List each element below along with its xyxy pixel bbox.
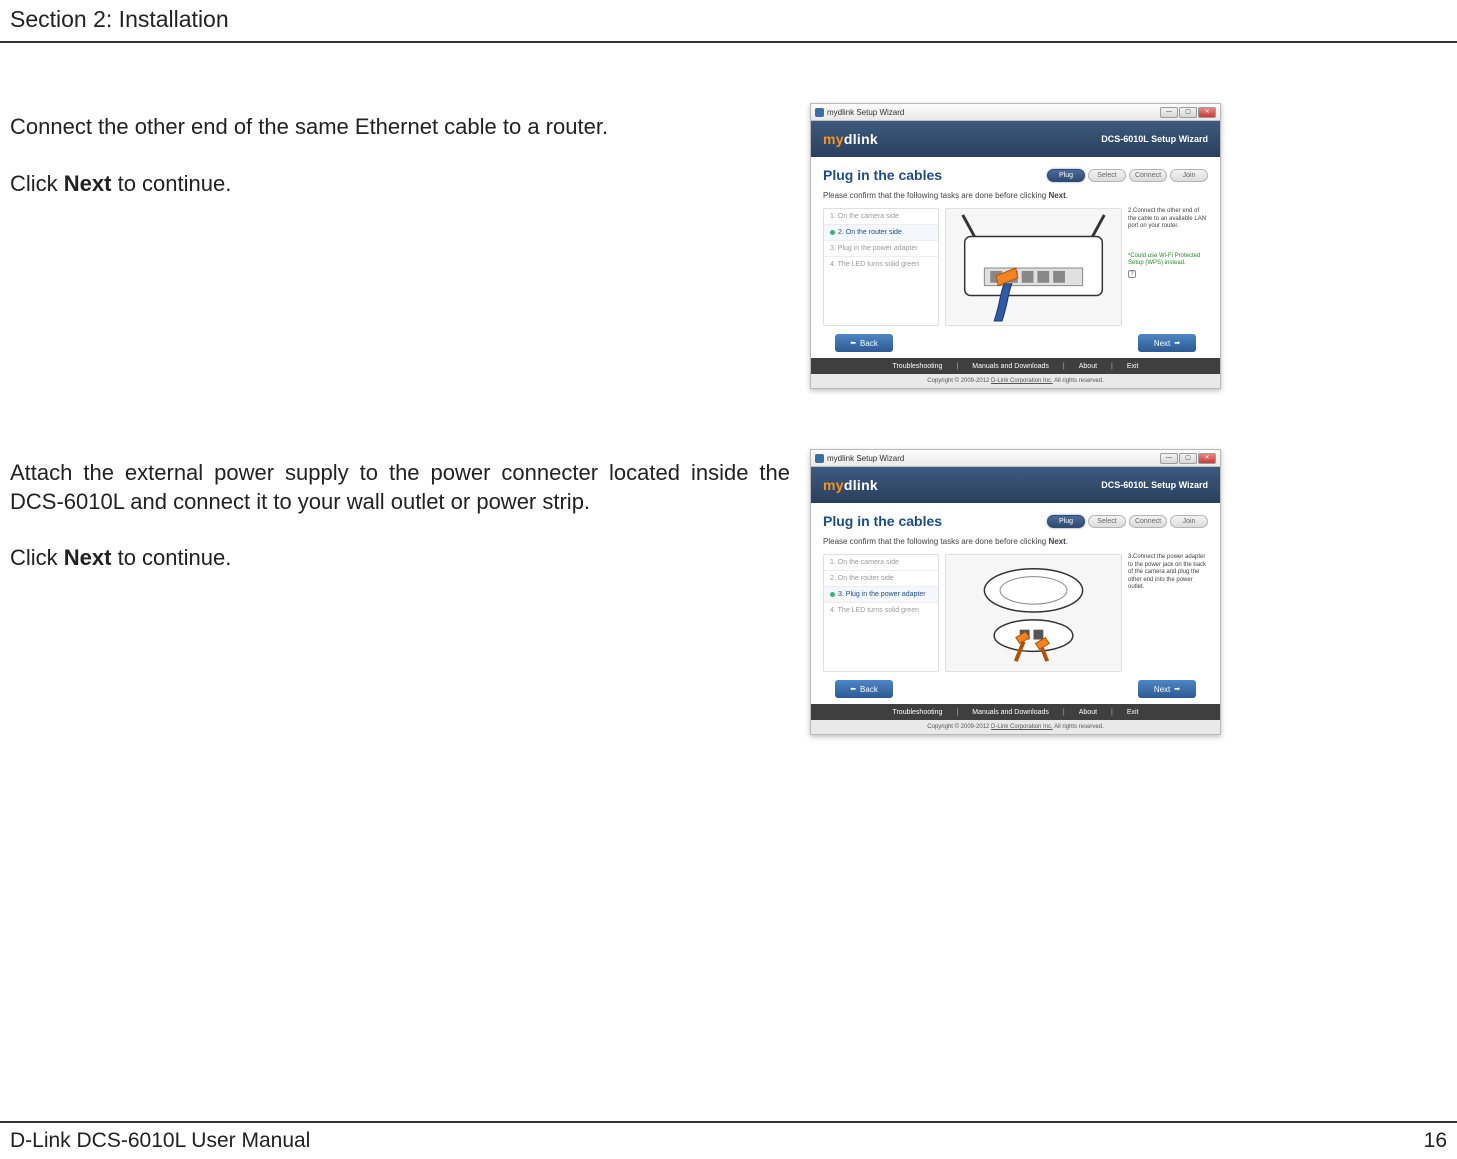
app-icon [815, 454, 824, 463]
hint-text: 3.Connect the power adapter to the power… [1128, 554, 1208, 672]
window-title: mydlink Setup Wizard [827, 108, 904, 117]
footer-link-troubleshooting[interactable]: Troubleshooting [878, 709, 956, 716]
wizard-copyright: Copyright © 2009-2012 D-Link Corporation… [811, 374, 1220, 388]
page-footer: D-Link DCS-6010L User Manual 16 [0, 1121, 1457, 1153]
app-icon [815, 108, 824, 117]
window-close-button[interactable]: ✕ [1198, 107, 1216, 118]
wizard-copyright: Copyright © 2009-2012 D-Link Corporation… [811, 720, 1220, 734]
task-item: 4. The LED turns solid green [824, 257, 938, 272]
section-title: Section 2: Installation [10, 6, 229, 32]
step-pill-connect[interactable]: Connect [1129, 515, 1167, 528]
wizard-screenshot-power: mydlink Setup Wizard — ▢ ✕ mydlink DCS-6… [810, 449, 1221, 735]
next-button[interactable]: Next➡ [1138, 334, 1196, 352]
footer-link-manuals[interactable]: Manuals and Downloads [958, 709, 1063, 716]
footer-link-about[interactable]: About [1065, 709, 1111, 716]
window-titlebar: mydlink Setup Wizard — ▢ ✕ [811, 104, 1220, 121]
step-pill-plug[interactable]: Plug [1047, 169, 1085, 182]
page-number: 16 [1424, 1129, 1447, 1153]
task-item: 3. Plug in the power adapter [824, 241, 938, 257]
content-row-1: Connect the other end of the same Ethern… [0, 103, 1457, 389]
wizard-screenshot-router: mydlink Setup Wizard — ▢ ✕ mydlink DCS-6… [810, 103, 1221, 389]
arrow-left-icon: ⬅ [850, 685, 856, 693]
camera-svg [946, 555, 1121, 671]
step-pill-join[interactable]: Join [1170, 169, 1208, 182]
text-block-2: Attach the external power supply to the … [10, 449, 790, 601]
step-pills: Plug Select Connect Join [1047, 169, 1208, 182]
hint-text: 2.Connect the other end of the cable to … [1128, 208, 1208, 326]
window-maximize-button[interactable]: ▢ [1179, 453, 1197, 464]
window-minimize-button[interactable]: — [1160, 453, 1178, 464]
wizard-product-name: DCS-6010L Setup Wizard [1101, 134, 1208, 144]
arrow-left-icon: ⬅ [850, 339, 856, 347]
step-pills: Plug Select Connect Join [1047, 515, 1208, 528]
task-item-active: 2. On the router side [824, 225, 938, 241]
footer-link-exit[interactable]: Exit [1113, 363, 1153, 370]
wizard-footer-links: Troubleshooting| Manuals and Downloads| … [811, 358, 1220, 374]
window-close-button[interactable]: ✕ [1198, 453, 1216, 464]
next-button[interactable]: Next➡ [1138, 680, 1196, 698]
camera-power-illustration [945, 554, 1122, 672]
footer-link-about[interactable]: About [1065, 363, 1111, 370]
task-list: 1. On the camera side 2. On the router s… [823, 208, 939, 326]
arrow-right-icon: ➡ [1174, 685, 1180, 693]
wizard-product-name: DCS-6010L Setup Wizard [1101, 480, 1208, 490]
arrow-right-icon: ➡ [1174, 339, 1180, 347]
step-pill-join[interactable]: Join [1170, 515, 1208, 528]
wizard-subtext: Please confirm that the following tasks … [823, 191, 1208, 200]
task-item: 2. On the router side [824, 571, 938, 587]
router-svg [946, 209, 1121, 325]
window-minimize-button[interactable]: — [1160, 107, 1178, 118]
window-title: mydlink Setup Wizard [827, 454, 904, 463]
task-item: 1. On the camera side [824, 555, 938, 571]
click-next-text: Click Next to continue. [10, 170, 790, 199]
help-icon[interactable]: ? [1128, 270, 1136, 278]
footer-link-troubleshooting[interactable]: Troubleshooting [878, 363, 956, 370]
window-titlebar: mydlink Setup Wizard — ▢ ✕ [811, 450, 1220, 467]
task-item-active: 3. Plug in the power adapter [824, 587, 938, 603]
instruction-text: Connect the other end of the same Ethern… [10, 113, 790, 142]
wps-note: *Could use Wi-Fi Protected Setup (WPS) i… [1128, 253, 1208, 268]
footer-link-manuals[interactable]: Manuals and Downloads [958, 363, 1063, 370]
task-list: 1. On the camera side 2. On the router s… [823, 554, 939, 672]
back-button[interactable]: ⬅Back [835, 680, 893, 698]
back-button[interactable]: ⬅Back [835, 334, 893, 352]
wizard-topbar: mydlink DCS-6010L Setup Wizard [811, 121, 1220, 157]
wizard-subtext: Please confirm that the following tasks … [823, 537, 1208, 546]
task-item: 1. On the camera side [824, 209, 938, 225]
text-block-1: Connect the other end of the same Ethern… [10, 103, 790, 226]
mydlink-logo: mydlink [823, 131, 878, 147]
click-next-text: Click Next to continue. [10, 544, 790, 573]
manual-title: D-Link DCS-6010L User Manual [10, 1129, 310, 1153]
step-pill-select[interactable]: Select [1088, 515, 1126, 528]
task-item: 4. The LED turns solid green [824, 603, 938, 618]
wizard-topbar: mydlink DCS-6010L Setup Wizard [811, 467, 1220, 503]
instruction-text: Attach the external power supply to the … [10, 459, 790, 516]
content-row-2: Attach the external power supply to the … [0, 449, 1457, 735]
step-pill-connect[interactable]: Connect [1129, 169, 1167, 182]
window-maximize-button[interactable]: ▢ [1179, 107, 1197, 118]
page-header: Section 2: Installation [0, 0, 1457, 43]
wizard-heading: Plug in the cables [823, 167, 942, 183]
wizard-heading: Plug in the cables [823, 513, 942, 529]
step-pill-select[interactable]: Select [1088, 169, 1126, 182]
router-illustration [945, 208, 1122, 326]
mydlink-logo: mydlink [823, 477, 878, 493]
step-pill-plug[interactable]: Plug [1047, 515, 1085, 528]
footer-link-exit[interactable]: Exit [1113, 709, 1153, 716]
wizard-footer-links: Troubleshooting| Manuals and Downloads| … [811, 704, 1220, 720]
